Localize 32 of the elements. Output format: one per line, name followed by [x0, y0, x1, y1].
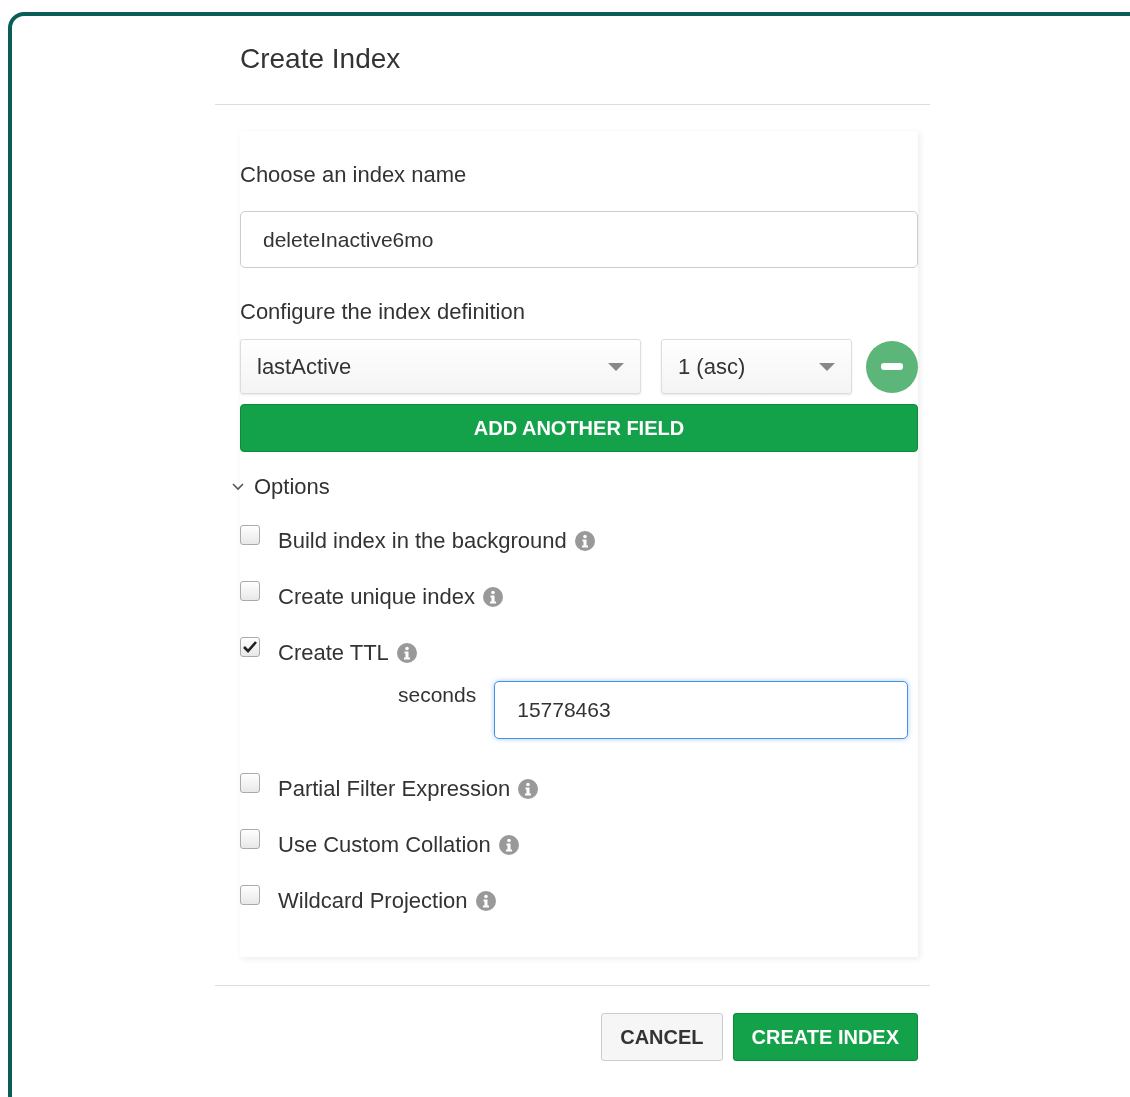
option-label: Build index in the background [278, 528, 567, 554]
checkbox[interactable] [240, 581, 260, 601]
option-label: Create TTL [278, 640, 389, 666]
checkbox[interactable] [240, 773, 260, 793]
type-select[interactable]: 1 (asc) [661, 339, 852, 394]
caret-icon [819, 362, 835, 371]
cancel-button[interactable]: CANCEL [601, 1013, 723, 1061]
seconds-label: seconds [398, 683, 477, 707]
field-label: Choose an index name [240, 161, 468, 189]
option-label: Partial Filter Expression [278, 776, 511, 802]
option-label: Use Custom Collation [278, 832, 491, 858]
checkbox[interactable] [240, 525, 260, 545]
seconds-field[interactable]: 15778463 [494, 681, 909, 739]
caret-icon [608, 362, 624, 371]
index-name-field[interactable]: deleteInactive6mo [240, 211, 918, 268]
option-label: Wildcard Projection [278, 888, 468, 914]
info-icon[interactable] [396, 643, 417, 663]
checkbox[interactable] [240, 885, 260, 905]
option-label: Create unique index [278, 584, 475, 610]
dialog-title: Create Index [240, 42, 402, 76]
info-icon[interactable] [482, 587, 503, 607]
options-toggle[interactable]: Options [232, 474, 330, 500]
info-icon[interactable] [498, 835, 519, 855]
info-icon[interactable] [475, 891, 496, 911]
checkbox[interactable] [240, 829, 260, 849]
remove-field-button[interactable] [866, 340, 918, 393]
checkbox[interactable] [240, 637, 260, 657]
chevron-icon [232, 483, 244, 491]
info-icon[interactable] [574, 531, 595, 551]
field-select[interactable]: lastActive [240, 339, 641, 394]
info-icon[interactable] [518, 779, 539, 799]
field-label: Configure the index definition [240, 298, 526, 326]
